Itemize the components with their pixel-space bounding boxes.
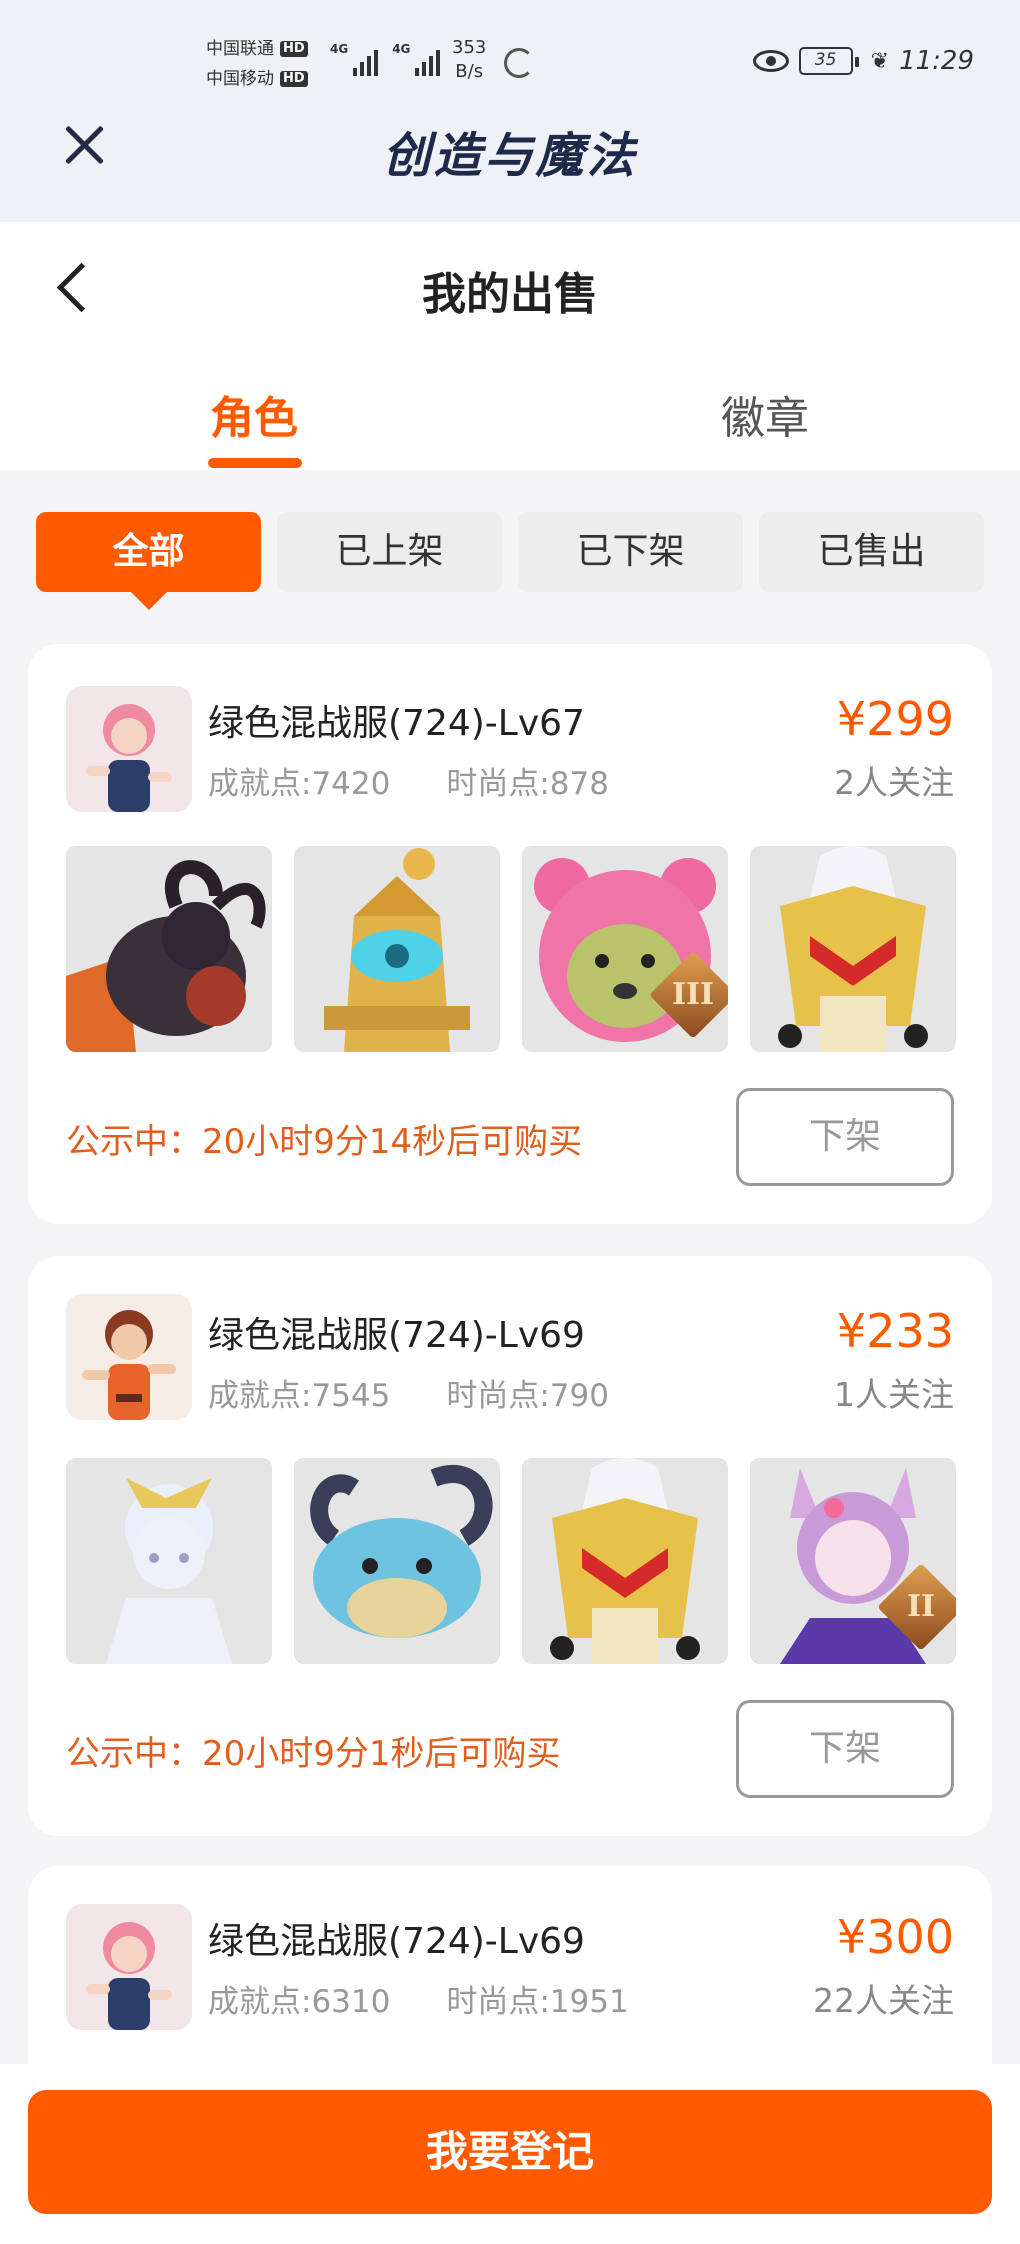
follower-count: 2人关注 [834,763,954,802]
listing-stats: 成就点:7420 时尚点:878 [208,758,609,803]
character-avatar [66,1294,192,1420]
delist-button[interactable]: 下架 [736,1700,954,1798]
filter-delisted[interactable]: 已下架 [518,512,743,592]
leaf-icon: ❦ [870,48,890,74]
countdown-text: 公示中：20小时9分1秒后可购买 [66,1734,561,1774]
item-thumbnails: II [66,1458,956,1664]
signal-bars-icon: 4G [392,42,441,76]
page-title: 我的出售 [422,269,598,320]
fashion-points: 时尚点:1951 [446,1984,629,2020]
listing-name: 绿色混战服(724)-Lv67 [208,703,585,744]
listing-price: ¥233 [836,1304,954,1358]
listing-card[interactable]: 绿色混战服(724)-Lv67 成就点:7420 时尚点:878 ¥299 2人… [28,644,992,1224]
listing-card[interactable]: 绿色混战服(724)-Lv69 成就点:7545 时尚点:790 ¥233 1人… [28,1256,992,1836]
signal-bars-icon: 4G [330,42,379,76]
item-thumbnail[interactable] [522,1458,728,1664]
character-avatar [66,686,192,812]
countdown-text: 公示中：20小时9分14秒后可购买 [66,1122,583,1162]
item-thumbnail[interactable] [294,846,500,1052]
item-thumbnail[interactable] [66,846,272,1052]
filter-all[interactable]: 全部 [36,512,261,610]
achievement-points: 成就点:7420 [208,766,391,802]
carrier-1: 中国联通 [206,39,274,59]
follower-count: 1人关注 [834,1375,954,1414]
carrier-info: 中国联通 HD 中国移动 HD [206,34,308,94]
item-thumbnail[interactable] [750,846,956,1052]
hd-badge: HD [280,41,308,57]
filter-sold[interactable]: 已售出 [759,512,984,592]
achievement-points: 成就点:7545 [208,1378,391,1414]
achievement-points: 成就点:6310 [208,1984,391,2020]
listing-name: 绿色混战服(724)-Lv69 [208,1921,585,1962]
item-thumbnail[interactable] [66,1458,272,1664]
tab-roles[interactable]: 角色 [134,382,374,446]
register-button[interactable]: 我要登记 [28,2090,992,2214]
item-thumbnail[interactable] [294,1458,500,1664]
listing-stats: 成就点:7545 时尚点:790 [208,1370,609,1415]
clock: 11:29 [899,46,974,76]
character-avatar [66,1904,192,2030]
delist-button[interactable]: 下架 [736,1088,954,1186]
app-title: 创造与魔法 [382,128,638,184]
fashion-points: 时尚点:790 [446,1378,609,1414]
item-thumbnail[interactable]: II [750,1458,956,1664]
battery-icon: 35 [798,47,859,75]
network-speed: 353 B/s [452,37,487,82]
carrier-2: 中国移动 [206,69,274,89]
filter-listed[interactable]: 已上架 [277,512,502,592]
item-thumbnails: III [66,846,956,1052]
hd-badge: HD [280,71,308,87]
fashion-points: 时尚点:878 [446,766,609,802]
tab-indicator [208,458,302,468]
listing-name: 绿色混战服(724)-Lv69 [208,1315,585,1356]
follower-count: 22人关注 [813,1981,954,2020]
signal-indicators: 4G 4G [330,42,441,76]
listing-price: ¥300 [836,1910,954,1964]
listing-price: ¥299 [836,692,954,746]
status-filter: 全部 已上架 已下架 已售出 [36,512,984,610]
status-right: 35 ❦ 11:29 [752,46,974,76]
loading-icon [504,48,534,78]
tab-badges[interactable]: 徽章 [645,382,885,446]
listing-stats: 成就点:6310 时尚点:1951 [208,1976,629,2021]
item-thumbnail[interactable]: III [522,846,728,1052]
eye-comfort-icon [752,50,789,72]
